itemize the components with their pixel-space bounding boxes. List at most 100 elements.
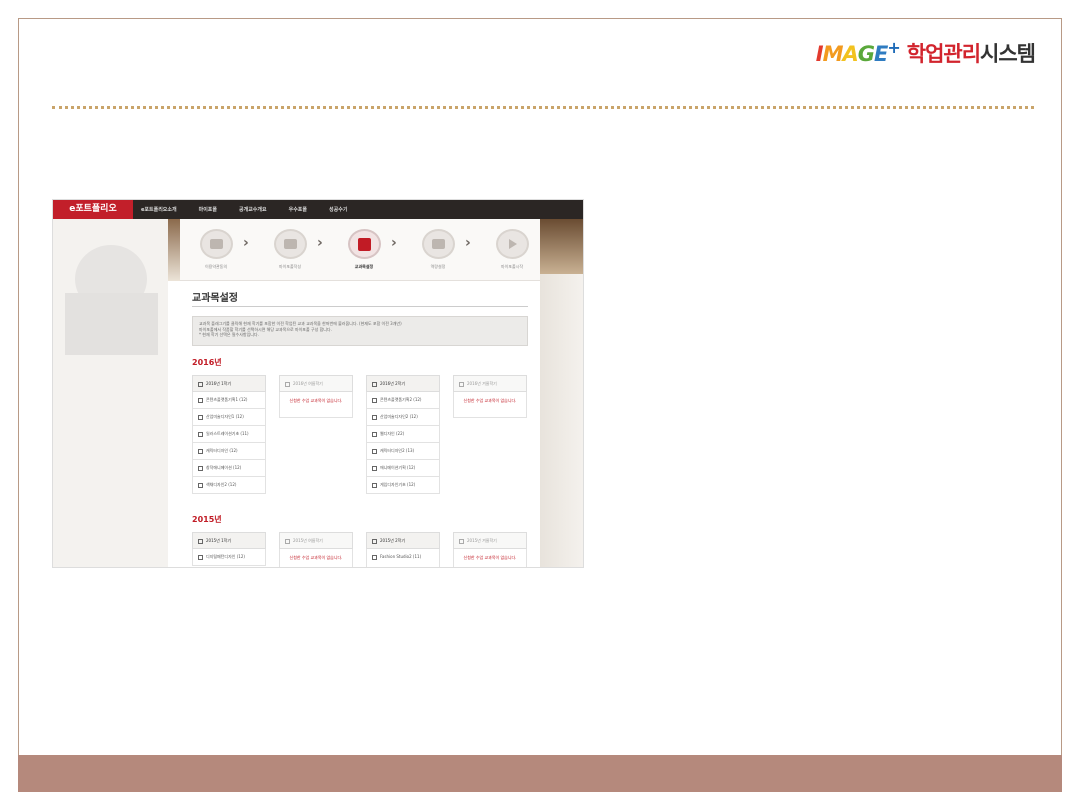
- course-settings-content: 교과목설정 교과목 플래그기를 클릭해 현재 학기를 포함한 이전 학업된 교과…: [180, 282, 540, 567]
- right-decor: [540, 219, 583, 567]
- logo-plus: +: [887, 38, 901, 57]
- semester-header[interactable]: 2015년 여름학기: [279, 532, 353, 549]
- course-item[interactable]: 일러스트레이션기초 (11): [192, 426, 266, 443]
- semester-header[interactable]: 2016년 2학기: [366, 375, 440, 392]
- page-title: 교과목설정: [192, 293, 238, 304]
- course-checkbox[interactable]: [198, 397, 203, 403]
- semester-label: 2015년 2학기: [380, 538, 406, 543]
- chevron-right-icon: ›: [465, 235, 471, 251]
- step-label: 마이포폴시작: [500, 264, 524, 269]
- course-label: 산업미술디자인2 (12): [380, 414, 418, 419]
- semester-header[interactable]: 2015년 겨울학기: [453, 532, 527, 549]
- step-check[interactable]: [200, 229, 233, 259]
- course-item[interactable]: 콘텐츠플랫폼기획2 (12): [366, 392, 440, 409]
- chevron-right-icon: ›: [317, 235, 323, 251]
- course-checkbox[interactable]: [198, 465, 203, 471]
- semester-checkbox[interactable]: [198, 538, 203, 544]
- nav-menu-item[interactable]: 마이포폴: [199, 206, 217, 213]
- step-label: 이용약관동의: [204, 264, 228, 269]
- semester-header[interactable]: 2015년 1학기: [192, 532, 266, 549]
- course-item[interactable]: 색채디자인2 (12): [192, 477, 266, 494]
- logo-letter: M: [822, 42, 844, 66]
- empty-course-note: 신청한 수업 교과목이 없습니다.: [279, 392, 353, 418]
- footer-bar: [18, 755, 1062, 792]
- eportfolio-screenshot: e포트폴리오 e포트폴리오소개 마이포폴 공개교수개요 우수포폴 성공수기 이용약관동의…: [52, 199, 584, 568]
- semester-checkbox[interactable]: [459, 538, 464, 544]
- course-checkbox[interactable]: [372, 448, 377, 454]
- empty-course-note: 신청한 수업 교과목이 없습니다.: [279, 549, 353, 567]
- course-checkbox[interactable]: [372, 482, 377, 488]
- info-line: * 현재 학기 선택은 필수사항입니다.: [199, 332, 259, 337]
- semester-header[interactable]: 2015년 2학기: [366, 532, 440, 549]
- nav-menu-item[interactable]: 성공수기: [329, 206, 347, 213]
- course-label: 웹디자인 (22): [380, 431, 405, 436]
- course-item[interactable]: 산업미술디자인2 (12): [366, 409, 440, 426]
- course-label: 창작애니메이션 (12): [206, 465, 242, 470]
- keyboard-icon: [284, 239, 297, 249]
- semester-checkbox[interactable]: [285, 538, 290, 544]
- nav-menu-item[interactable]: 공개교수개요: [239, 206, 267, 213]
- course-label: 일러스트레이션기초 (11): [206, 431, 249, 436]
- chevron-right-icon: ›: [243, 235, 249, 251]
- semester-checkbox[interactable]: [372, 381, 377, 387]
- course-checkbox[interactable]: [198, 554, 203, 560]
- semester-header[interactable]: 2016년 여름학기: [279, 375, 353, 392]
- course-item[interactable]: 디지털패턴디자인 (12): [192, 549, 266, 566]
- nav-menu-item[interactable]: 우수포폴: [289, 206, 307, 213]
- course-label: 콘텐츠플랫폼기획1 (12): [206, 397, 248, 402]
- course-checkbox[interactable]: [372, 431, 377, 437]
- semester-label: 2016년 1학기: [206, 381, 232, 386]
- logo-letter: E: [873, 42, 888, 66]
- info-notice: 교과목 플래그기를 클릭해 현재 학기를 포함한 이전 학업된 교과 교과목을 …: [192, 316, 528, 346]
- semester-checkbox[interactable]: [372, 538, 377, 544]
- course-checkbox[interactable]: [372, 465, 377, 471]
- course-checkbox[interactable]: [372, 414, 377, 420]
- course-checkbox[interactable]: [372, 397, 377, 403]
- semester-label: 2016년 여름학기: [293, 381, 323, 386]
- step-keyboard[interactable]: [274, 229, 307, 259]
- course-label: 산업미술디자인1 (12): [206, 414, 244, 419]
- course-item[interactable]: 캐릭터디자인2 (13): [366, 443, 440, 460]
- step-progress: 이용약관동의 › 마이포폴작성 › 교과목설정 › 역량설정 › 마이포폴시작: [180, 219, 540, 281]
- eportfolio-brand-tab[interactable]: e포트폴리오: [53, 200, 133, 219]
- dotted-divider: [52, 106, 1034, 109]
- course-item[interactable]: 콘텐츠플랫폼기획1 (12): [192, 392, 266, 409]
- step-play[interactable]: [496, 229, 529, 259]
- logo-letter: G: [857, 42, 875, 66]
- semester-header[interactable]: 2016년 겨울학기: [453, 375, 527, 392]
- book-icon: [358, 237, 371, 251]
- check-icon: [210, 239, 223, 249]
- course-item[interactable]: 창작애니메이션 (12): [192, 460, 266, 477]
- course-label: 캐릭터디자인 (12): [206, 448, 238, 453]
- semester-checkbox[interactable]: [459, 381, 464, 387]
- course-checkbox[interactable]: [198, 431, 203, 437]
- list-icon: [432, 239, 445, 249]
- course-item[interactable]: Fashion Studio2 (11): [366, 549, 440, 567]
- profile-info-box: [65, 293, 158, 355]
- semester-checkbox[interactable]: [285, 381, 290, 387]
- course-checkbox[interactable]: [372, 554, 377, 560]
- year-heading: 2016년: [192, 358, 222, 367]
- course-item[interactable]: 게임디자인기초 (12): [366, 477, 440, 494]
- course-item[interactable]: 산업미술디자인1 (12): [192, 409, 266, 426]
- logo-brand: IMAGE: [816, 42, 889, 66]
- course-checkbox[interactable]: [198, 414, 203, 420]
- semester-header[interactable]: 2016년 1학기: [192, 375, 266, 392]
- semester-label: 2015년 겨울학기: [467, 538, 497, 543]
- course-label: 캐릭터디자인2 (13): [380, 448, 415, 453]
- decor-strip: [168, 219, 180, 281]
- step-book[interactable]: [348, 229, 381, 259]
- step-list[interactable]: [422, 229, 455, 259]
- course-item[interactable]: 애니메이션기획 (12): [366, 460, 440, 477]
- nav-menu-item[interactable]: e포트폴리오소개: [141, 206, 177, 213]
- logo-letter: A: [842, 42, 858, 66]
- course-label: 색채디자인2 (12): [206, 482, 237, 487]
- course-item[interactable]: 웹디자인 (22): [366, 426, 440, 443]
- semester-checkbox[interactable]: [198, 381, 203, 387]
- course-checkbox[interactable]: [198, 482, 203, 488]
- year-heading: 2015년: [192, 515, 222, 524]
- course-item[interactable]: 캐릭터디자인 (12): [192, 443, 266, 460]
- course-checkbox[interactable]: [198, 448, 203, 454]
- course-label: 게임디자인기초 (12): [380, 482, 416, 487]
- empty-course-note: 신청한 수업 교과목이 없습니다.: [453, 392, 527, 418]
